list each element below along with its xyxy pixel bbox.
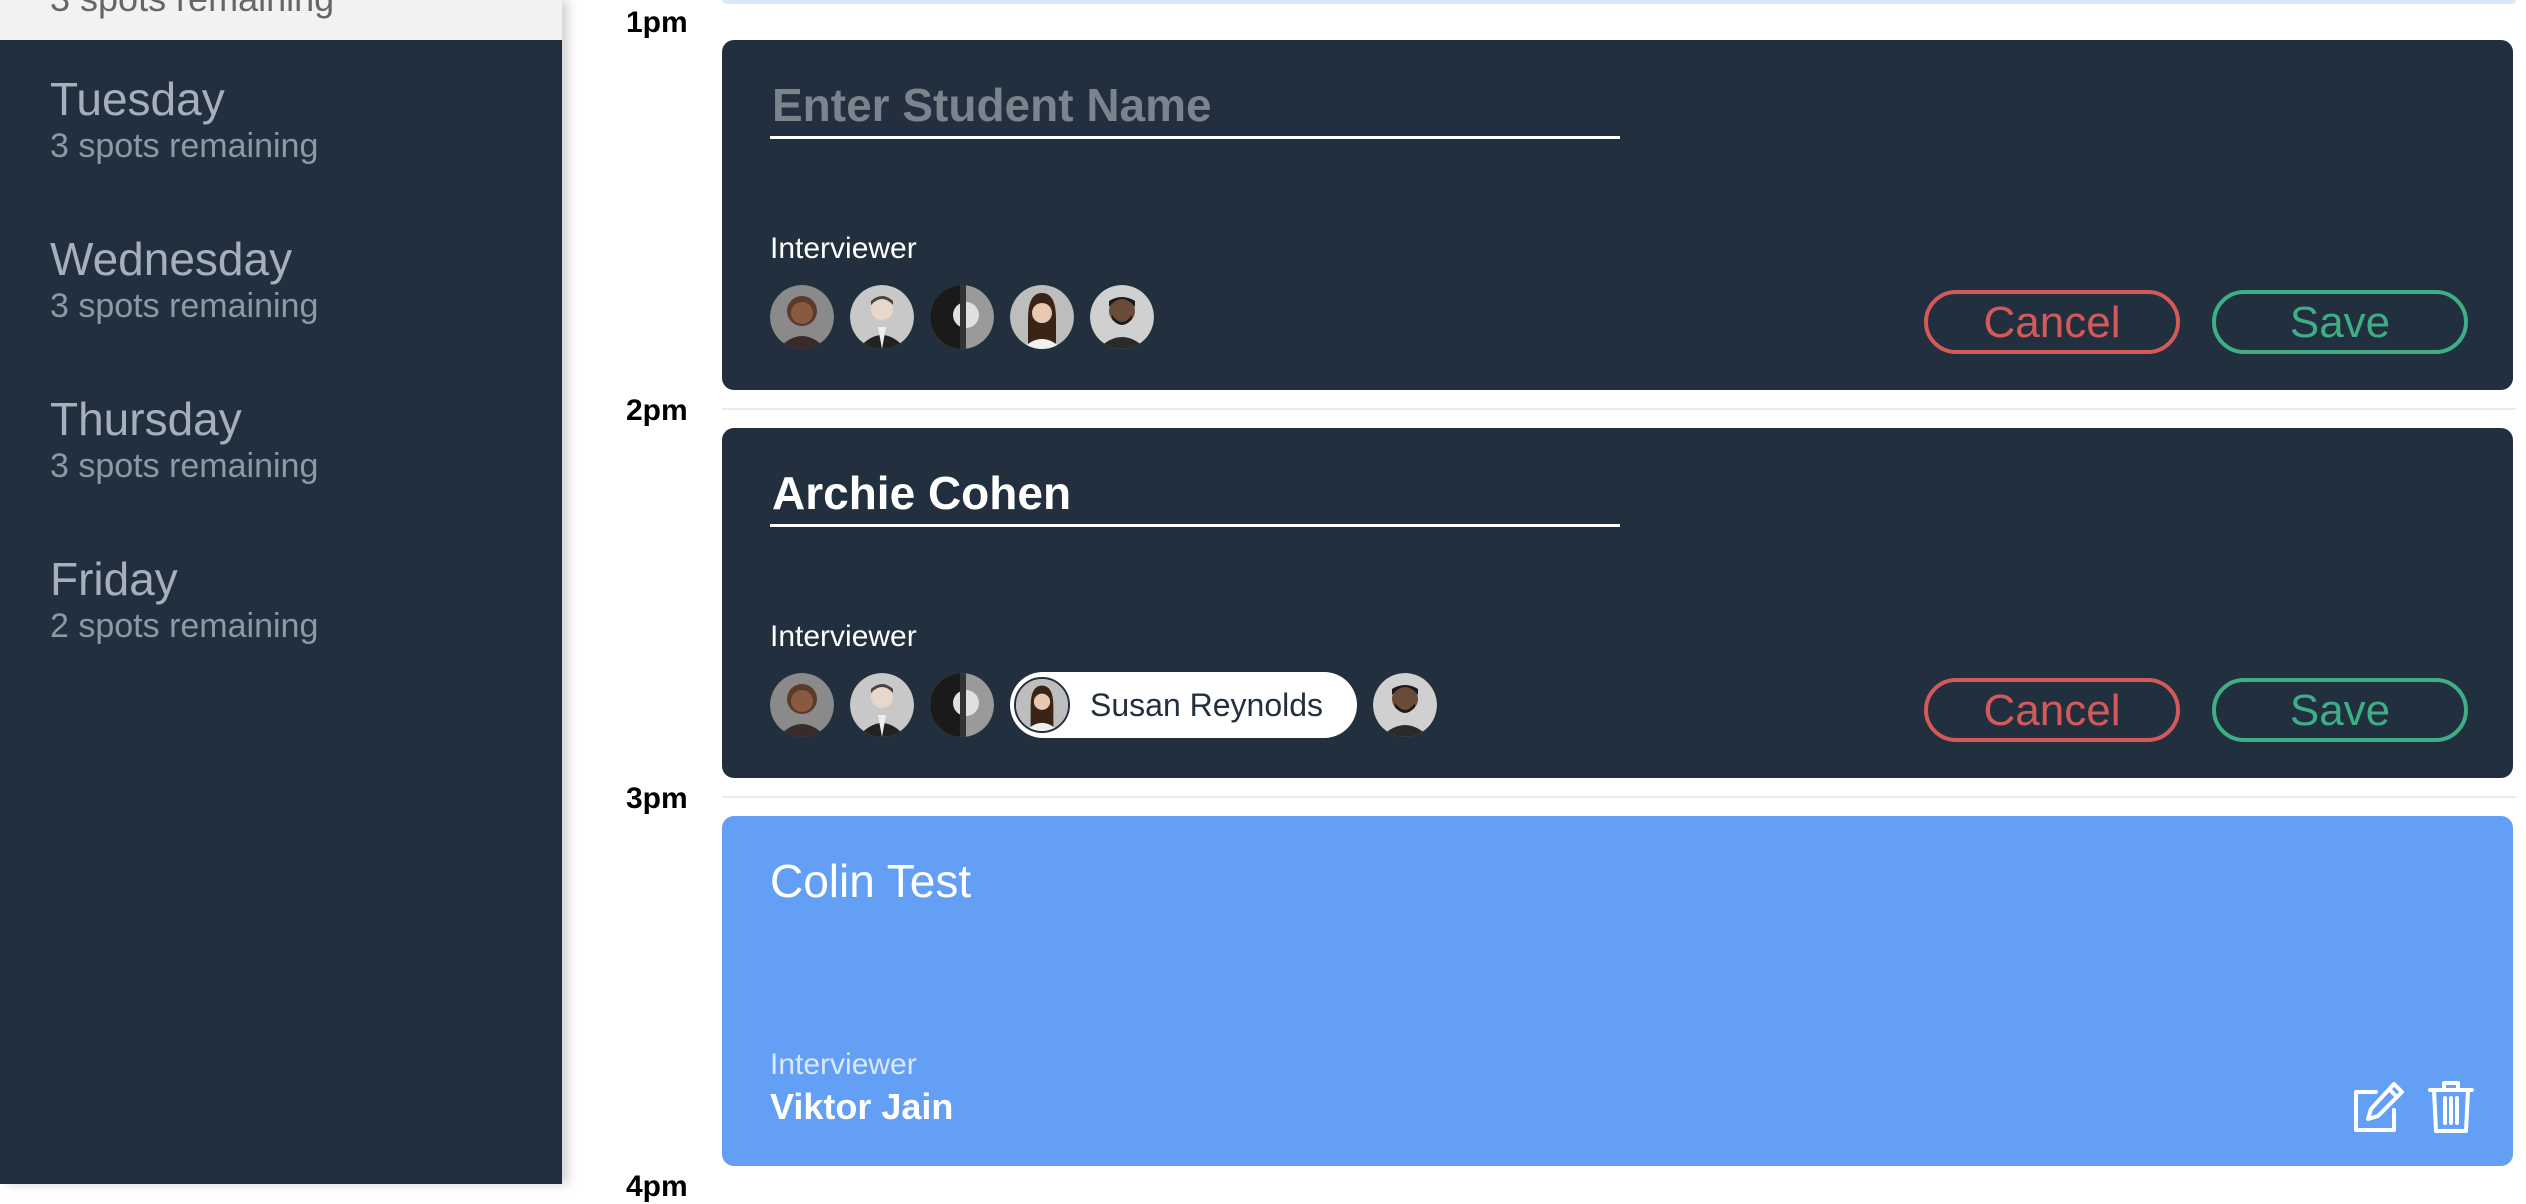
- interviewer-list: [770, 284, 1170, 350]
- sidebar-item-monday[interactable]: 3 spots remaining: [0, 0, 562, 40]
- sidebar-item-friday[interactable]: Friday 2 spots remaining: [50, 552, 530, 646]
- day-name: Tuesday: [50, 73, 225, 125]
- time-label: 1pm: [626, 6, 688, 39]
- cancel-button[interactable]: Cancel: [1924, 678, 2180, 742]
- booked-appointment: Colin Test Interviewer Viktor Jain: [722, 816, 2513, 1166]
- sidebar-item-tuesday[interactable]: Tuesday 3 spots remaining: [50, 72, 530, 166]
- day-spots: 3 spots remaining: [50, 127, 319, 165]
- time-label: 4pm: [626, 1170, 688, 1203]
- interviewer-avatar[interactable]: [850, 673, 914, 737]
- day-name: Friday: [50, 553, 178, 605]
- hour-divider: [722, 408, 2516, 410]
- sidebar-item-thursday[interactable]: Thursday 3 spots remaining: [50, 392, 530, 486]
- day-name: Wednesday: [50, 233, 293, 285]
- student-name-input[interactable]: [770, 78, 1620, 139]
- interviewer-avatar[interactable]: [930, 285, 994, 349]
- interviewer-avatar: [1014, 677, 1070, 733]
- day-spots: 3 spots remaining: [50, 447, 319, 485]
- interviewer-avatar[interactable]: [1373, 673, 1438, 737]
- previous-appointment-edge: [722, 0, 2516, 4]
- day-spots: 3 spots remaining: [50, 287, 319, 325]
- interviewer-name: Susan Reynolds: [1090, 686, 1324, 723]
- save-button[interactable]: Save: [2212, 290, 2468, 354]
- interviewer-avatar[interactable]: [770, 285, 834, 349]
- day-spots: 3 spots remaining: [50, 0, 334, 20]
- save-button[interactable]: Save: [2212, 678, 2468, 742]
- cancel-button[interactable]: Cancel: [1924, 290, 2180, 354]
- interviewer-label: Interviewer: [770, 1048, 917, 1081]
- student-name-input[interactable]: [770, 466, 1620, 527]
- trash-icon[interactable]: [2422, 1078, 2480, 1136]
- interviewer-label: Interviewer: [770, 620, 917, 653]
- time-label: 3pm: [626, 782, 688, 815]
- interviewer-avatar[interactable]: [770, 673, 834, 737]
- sidebar-item-wednesday[interactable]: Wednesday 3 spots remaining: [50, 232, 530, 326]
- day-name: Thursday: [50, 393, 242, 445]
- day-spots: 2 spots remaining: [50, 607, 319, 645]
- interviewer-avatar[interactable]: [1090, 285, 1154, 349]
- appointment-form: Interviewer Susan Reynolds Cancel Save: [722, 428, 2513, 778]
- interviewer-avatar[interactable]: [850, 285, 914, 349]
- sidebar: 3 spots remaining Tuesday 3 spots remain…: [0, 0, 562, 1184]
- interviewer-name: Viktor Jain: [770, 1086, 954, 1127]
- interviewer-label: Interviewer: [770, 232, 917, 265]
- hour-divider: [722, 796, 2516, 798]
- appointment-form: Interviewer Cancel Save: [722, 40, 2513, 390]
- edit-icon[interactable]: [2350, 1078, 2408, 1136]
- interviewer-selected-chip[interactable]: Susan Reynolds: [1010, 672, 1358, 738]
- interviewer-list: Susan Reynolds: [770, 672, 1453, 738]
- time-label: 2pm: [626, 394, 688, 427]
- interviewer-avatar[interactable]: [1010, 285, 1074, 349]
- interviewer-avatar[interactable]: [930, 673, 994, 737]
- student-name: Colin Test: [770, 855, 972, 907]
